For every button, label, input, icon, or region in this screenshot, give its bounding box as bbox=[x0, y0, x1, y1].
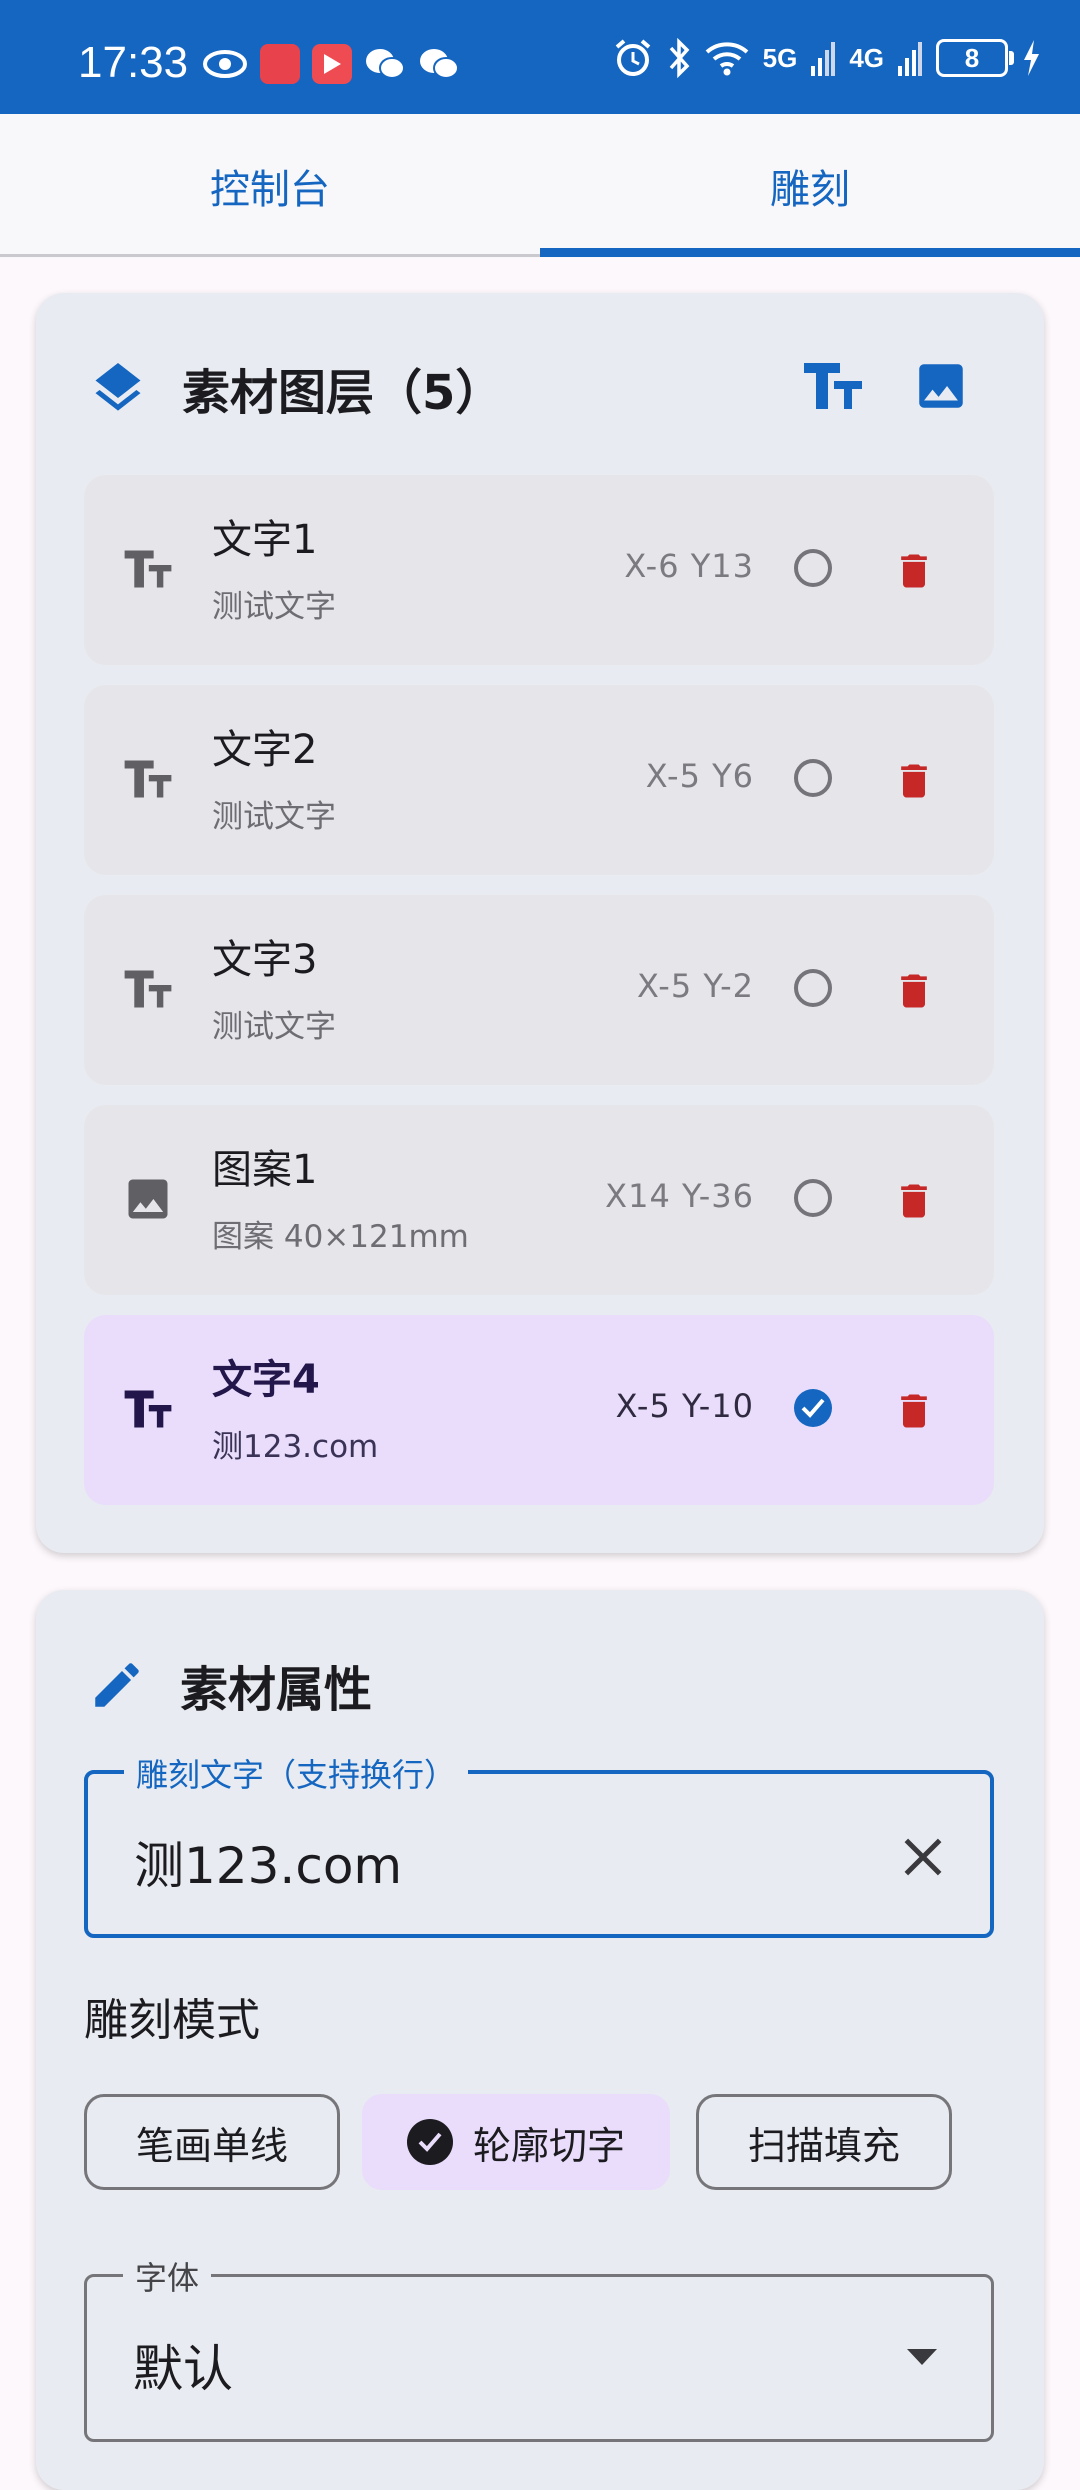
huawei-appgallery-icon bbox=[260, 44, 300, 84]
signal-icon bbox=[898, 42, 922, 76]
chip-label: 轮廓切字 bbox=[472, 2123, 625, 2168]
layer-subtitle: 测试文字 bbox=[212, 589, 336, 625]
properties-header: 素材属性 bbox=[88, 1650, 372, 1720]
delete-icon[interactable] bbox=[892, 967, 936, 1015]
engrave-text-field[interactable]: 雕刻文字（支持换行） 测123.com bbox=[84, 1750, 994, 1938]
system-icons: 5G 4G 8 bbox=[613, 38, 1040, 78]
image-icon bbox=[122, 1173, 174, 1225]
layer-coordinates: X-5 Y-10 bbox=[615, 1387, 754, 1425]
text-size-icon bbox=[804, 363, 862, 409]
text-size-icon bbox=[122, 1383, 174, 1435]
layer-subtitle: 测123.com bbox=[212, 1429, 379, 1465]
delete-icon[interactable] bbox=[892, 1387, 936, 1435]
font-dropdown[interactable]: 字体 默认 bbox=[84, 2253, 994, 2442]
pencil-icon bbox=[95, 1663, 139, 1707]
layer-select-radio[interactable] bbox=[794, 969, 832, 1007]
layer-coordinates: X-6 Y13 bbox=[624, 547, 754, 585]
engrave-mode-label: 雕刻模式 bbox=[84, 1995, 260, 2046]
text-size-icon bbox=[122, 753, 174, 805]
layer-select-radio[interactable] bbox=[794, 759, 832, 797]
engrave-text-label: 雕刻文字（支持换行） bbox=[124, 1750, 469, 1796]
network-4g-label: 4G bbox=[849, 42, 884, 73]
layer-coordinates: X14 Y-36 bbox=[605, 1177, 754, 1215]
chip-label: 笔画单线 bbox=[135, 2123, 288, 2168]
layer-item-selected[interactable]: 文字4 测123.com X-5 Y-10 bbox=[84, 1315, 994, 1505]
font-value: 默认 bbox=[133, 2340, 233, 2398]
chip-label: 扫描填充 bbox=[747, 2123, 900, 2168]
layer-item[interactable]: 文字2 测试文字 X-5 Y6 bbox=[84, 685, 994, 875]
text-size-icon bbox=[122, 543, 174, 595]
font-label: 字体 bbox=[123, 2253, 212, 2299]
mode-chip-stroke-line[interactable]: 笔画单线 bbox=[84, 2094, 340, 2190]
tab-engrave[interactable]: 雕刻 bbox=[540, 114, 1080, 258]
battery-indicator: 8 bbox=[936, 39, 1014, 77]
tab-bar: 控制台 雕刻 bbox=[0, 114, 1080, 258]
layer-select-radio[interactable] bbox=[794, 1179, 832, 1217]
check-icon bbox=[801, 1398, 825, 1418]
layer-subtitle: 测试文字 bbox=[212, 799, 336, 835]
delete-icon[interactable] bbox=[892, 1177, 936, 1225]
delete-icon[interactable] bbox=[892, 757, 936, 805]
image-icon bbox=[919, 364, 963, 408]
dropdown-arrow-icon[interactable] bbox=[907, 2349, 937, 2365]
eye-icon bbox=[203, 50, 247, 78]
network-5g-label: 5G bbox=[762, 42, 798, 73]
charging-icon bbox=[1024, 40, 1039, 76]
layer-name: 图案1 bbox=[212, 1147, 318, 1193]
add-image-button[interactable] bbox=[906, 351, 976, 421]
layers-icon bbox=[95, 363, 141, 411]
alarm-icon bbox=[615, 39, 650, 76]
signal-icon bbox=[811, 42, 836, 76]
layer-select-radio[interactable] bbox=[794, 549, 832, 587]
layers-header: 素材图层（5） bbox=[88, 353, 503, 423]
layer-item[interactable]: 文字3 测试文字 X-5 Y-2 bbox=[84, 895, 994, 1085]
check-circle-icon bbox=[406, 2119, 453, 2165]
video-app-icon bbox=[312, 44, 352, 84]
delete-icon[interactable] bbox=[892, 547, 936, 595]
layers-card: 素材图层（5） 文字1 测试文字 X-6 Y13 文字2 测试文字 X-5 Y6… bbox=[36, 293, 1044, 1553]
layer-coordinates: X-5 Y6 bbox=[645, 757, 754, 795]
status-bar: 17:33 5G 4G 8 bbox=[0, 0, 1080, 114]
engrave-text-input[interactable]: 测123.com bbox=[134, 1826, 402, 1898]
layer-coordinates: X-5 Y-2 bbox=[636, 967, 754, 1005]
layer-name: 文字4 bbox=[212, 1357, 320, 1403]
tab-indicator bbox=[540, 248, 1080, 257]
layers-title: 素材图层（5） bbox=[182, 365, 504, 421]
layer-subtitle: 图案 40×121mm bbox=[212, 1219, 469, 1255]
notification-icons bbox=[202, 44, 460, 84]
wechat-icon bbox=[420, 49, 459, 79]
bluetooth-icon bbox=[669, 38, 690, 78]
layer-item[interactable]: 图案1 图案 40×121mm X14 Y-36 bbox=[84, 1105, 994, 1295]
mode-chip-scan-fill[interactable]: 扫描填充 bbox=[696, 2094, 952, 2190]
add-text-button[interactable] bbox=[798, 351, 868, 421]
wechat-icon bbox=[366, 49, 405, 79]
text-size-icon bbox=[122, 963, 174, 1015]
mode-chip-outline-cut[interactable]: 轮廓切字 bbox=[362, 2094, 670, 2190]
wifi-icon bbox=[705, 42, 748, 76]
layer-subtitle: 测试文字 bbox=[212, 1009, 336, 1045]
layer-name: 文字1 bbox=[212, 517, 318, 563]
layer-select-radio-checked[interactable] bbox=[794, 1389, 832, 1427]
tab-console[interactable]: 控制台 bbox=[0, 114, 540, 258]
properties-card: 素材属性 雕刻文字（支持换行） 测123.com 雕刻模式 笔画单线 轮廓切字 … bbox=[36, 1590, 1044, 2490]
properties-title: 素材属性 bbox=[180, 1662, 373, 1718]
layer-item[interactable]: 文字1 测试文字 X-6 Y13 bbox=[84, 475, 994, 665]
close-icon[interactable] bbox=[898, 1832, 948, 1882]
layer-name: 文字3 bbox=[212, 937, 318, 983]
layer-name: 文字2 bbox=[212, 727, 318, 773]
status-time: 17:33 bbox=[78, 38, 189, 87]
